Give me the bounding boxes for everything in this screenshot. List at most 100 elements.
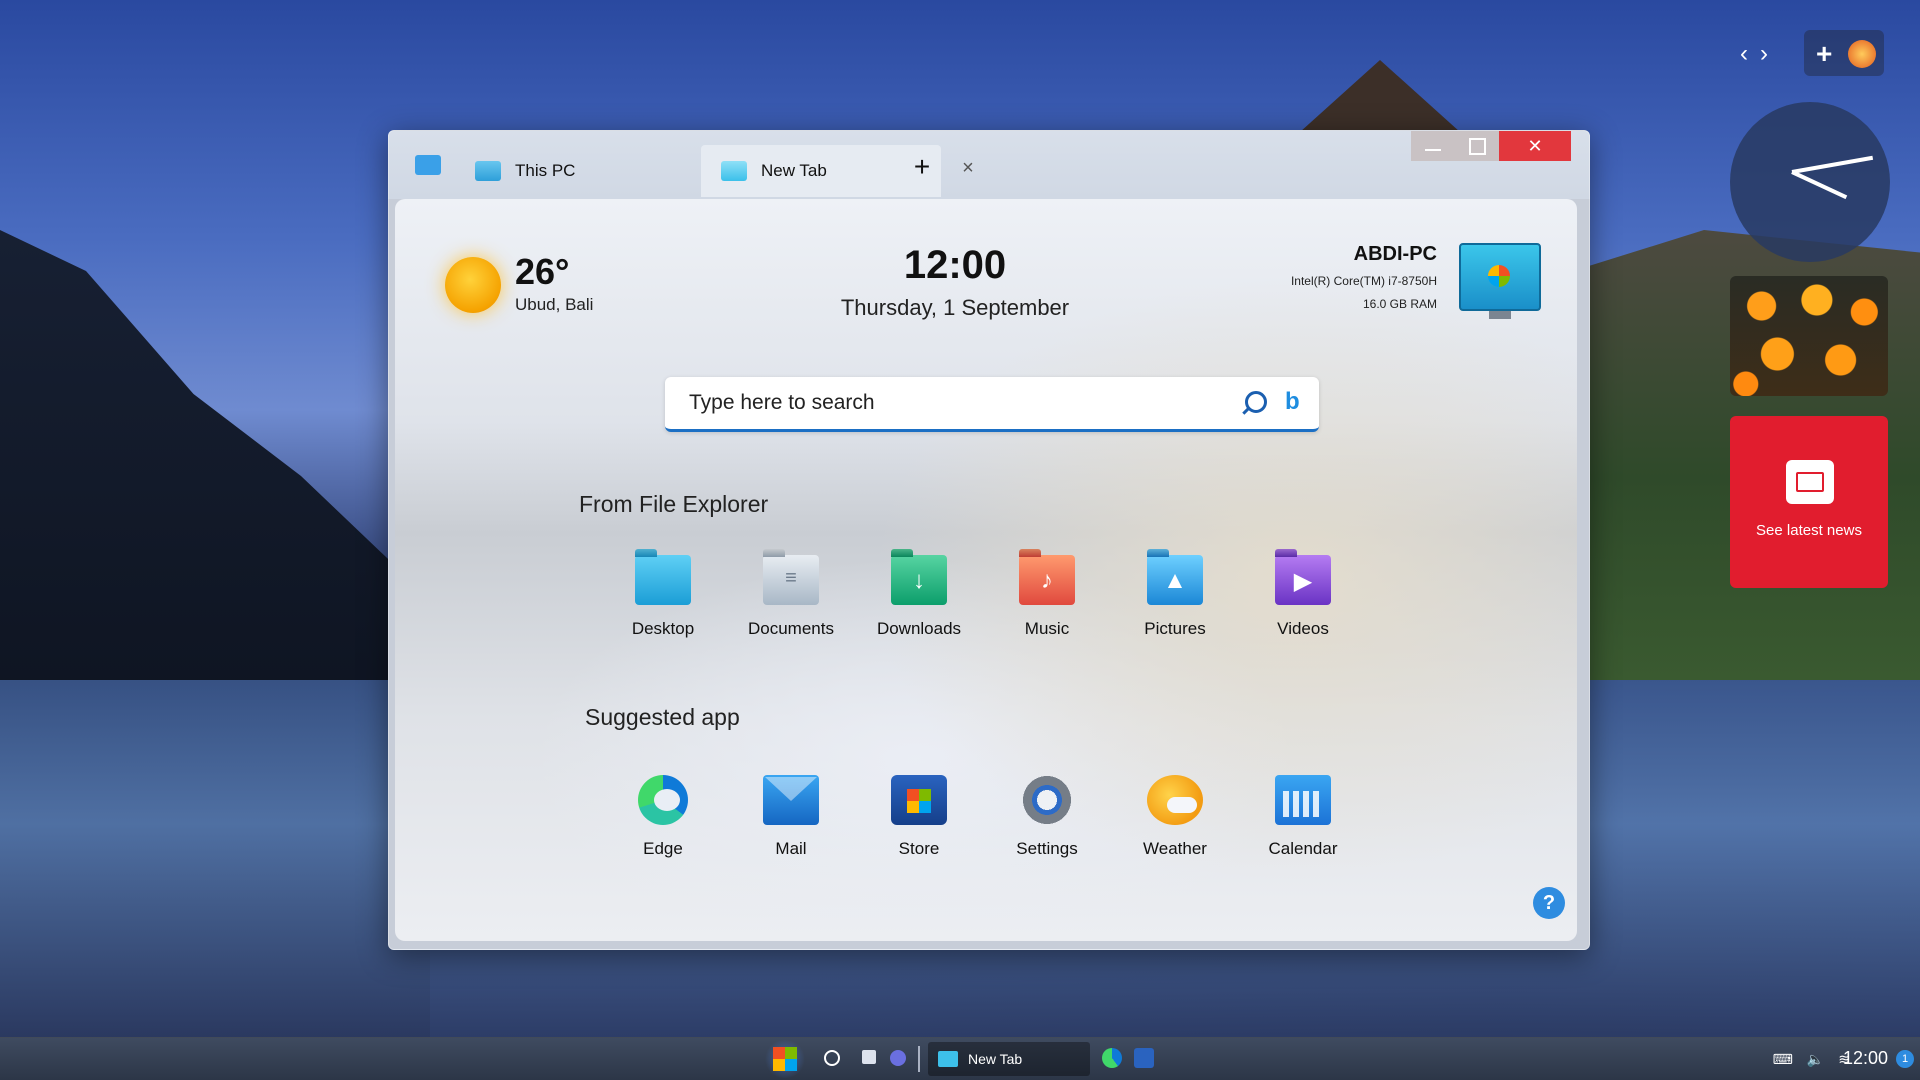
app-label: Weather <box>1143 839 1207 858</box>
videos-folder-icon: ▶ <box>1275 555 1331 605</box>
suggested-apps-grid: Edge Mail Store Settings Weather Calenda… <box>599 775 1367 859</box>
taskbar-window-label: New Tab <box>968 1051 1023 1067</box>
news-widget[interactable]: See latest news <box>1730 416 1888 588</box>
search-icon[interactable] <box>1245 391 1267 413</box>
tab-label: New Tab <box>761 161 827 180</box>
search-input[interactable]: Type here to search <box>689 391 875 415</box>
title-bar[interactable]: This PC New Tab + × ✕ <box>389 131 1589 199</box>
monitor-icon <box>475 161 501 181</box>
folder-label: Music <box>1024 619 1070 638</box>
folder-icon <box>721 161 747 181</box>
maximize-button[interactable] <box>1455 131 1499 161</box>
system-tray: ⌨ 🔈 ≋ <box>1773 1038 1850 1080</box>
app-calendar[interactable]: Calendar <box>1239 775 1367 859</box>
app-edge[interactable]: Edge <box>599 775 727 859</box>
taskbar-edge-icon[interactable] <box>1102 1048 1122 1068</box>
folder-icon <box>938 1051 958 1067</box>
clock-date: Thursday, 1 September <box>840 295 1070 320</box>
minimize-button[interactable] <box>1411 131 1455 161</box>
weather-icon <box>1147 775 1203 825</box>
task-view-icon[interactable] <box>862 1050 876 1064</box>
close-tab-button[interactable]: × <box>957 157 979 179</box>
app-store[interactable]: Store <box>855 775 983 859</box>
pc-cpu: Intel(R) Core(TM) i7-8750H <box>1290 274 1437 288</box>
taskbar-store-icon[interactable] <box>1134 1048 1154 1068</box>
chevron-right-icon[interactable]: › <box>1760 40 1768 68</box>
suggested-apps-section-title: Suggested app <box>585 704 740 730</box>
pictures-folder-icon: ▲ <box>1147 555 1203 605</box>
mail-icon <box>763 775 819 825</box>
app-label: Mail <box>775 839 807 858</box>
file-explorer-section-title: From File Explorer <box>579 491 769 517</box>
folder-documents[interactable]: ≡ Documents <box>727 555 855 639</box>
search-box[interactable]: Type here to search b <box>665 377 1319 432</box>
store-icon <box>891 775 947 825</box>
app-label: Settings <box>1016 839 1078 858</box>
keyboard-icon[interactable]: ⌨ <box>1773 1051 1793 1068</box>
taskbar-divider <box>918 1046 920 1072</box>
news-label: See latest news <box>1756 522 1862 539</box>
close-window-button[interactable]: ✕ <box>1499 131 1571 161</box>
documents-folder-icon: ≡ <box>763 555 819 605</box>
pc-name: ABDI-PC <box>1353 243 1437 265</box>
folder-desktop[interactable]: Desktop <box>599 555 727 639</box>
file-explorer-grid: Desktop ≡ Documents ↓ Downloads ♪ Music … <box>599 555 1367 639</box>
chat-icon[interactable] <box>890 1050 906 1066</box>
this-pc-icon[interactable] <box>1459 243 1541 319</box>
add-tab-button[interactable]: + <box>907 153 937 183</box>
folder-pictures[interactable]: ▲ Pictures <box>1111 555 1239 639</box>
music-folder-icon: ♪ <box>1019 555 1075 605</box>
window-controls: ✕ <box>1411 131 1571 161</box>
file-explorer-window: This PC New Tab + × ✕ 26° Ubud, Bali 12:… <box>388 130 1590 950</box>
store-logo-icon <box>907 789 931 813</box>
tab-label: This PC <box>515 161 576 180</box>
new-tab-page: 26° Ubud, Bali 12:00 Thursday, 1 Septemb… <box>395 199 1577 941</box>
desktop-folder-icon <box>635 555 691 605</box>
app-mail[interactable]: Mail <box>727 775 855 859</box>
help-button[interactable]: ? <box>1533 887 1565 919</box>
add-widget-button[interactable]: + <box>1816 38 1832 70</box>
folder-label: Documents <box>748 619 834 638</box>
folder-label: Desktop <box>631 619 695 638</box>
calendar-icon <box>1275 775 1331 825</box>
folder-videos[interactable]: ▶ Videos <box>1239 555 1367 639</box>
taskbar-clock[interactable]: 12:00 <box>1843 1048 1888 1069</box>
minimize-icon <box>1425 149 1441 151</box>
windows-logo-icon <box>773 1047 797 1071</box>
app-weather[interactable]: Weather <box>1111 775 1239 859</box>
app-settings[interactable]: Settings <box>983 775 1111 859</box>
app-label: Store <box>898 839 940 858</box>
settings-icon <box>1022 775 1072 825</box>
start-button[interactable] <box>764 1040 806 1078</box>
chevron-left-icon[interactable]: ‹ <box>1740 40 1748 68</box>
clock-hour-hand <box>1791 170 1848 200</box>
avatar[interactable] <box>1848 40 1876 68</box>
folder-music[interactable]: ♪ Music <box>983 555 1111 639</box>
folder-label: Pictures <box>1144 619 1206 638</box>
folder-label: Videos <box>1277 619 1329 638</box>
clock-minute-hand <box>1791 155 1874 174</box>
tab-new-tab[interactable]: New Tab <box>701 145 941 197</box>
explorer-app-icon <box>415 155 441 175</box>
notification-badge[interactable]: 1 <box>1896 1050 1914 1068</box>
edge-icon <box>638 775 688 825</box>
pc-ram: 16.0 GB RAM <box>1362 297 1437 311</box>
folder-label: Downloads <box>876 619 962 638</box>
downloads-folder-icon: ↓ <box>891 555 947 605</box>
bing-icon[interactable]: b <box>1285 389 1303 415</box>
widget-toolbar: + <box>1804 30 1884 76</box>
news-icon <box>1786 460 1834 504</box>
analog-clock-widget[interactable] <box>1730 102 1890 262</box>
close-icon: ✕ <box>1527 135 1543 156</box>
maximize-icon <box>1468 137 1486 155</box>
app-label: Calendar <box>1268 839 1338 858</box>
windows-logo-icon <box>1488 265 1510 287</box>
taskbar: New Tab ⌨ 🔈 ≋ 12:00 1 <box>0 1037 1920 1080</box>
app-label: Edge <box>643 839 683 858</box>
taskbar-window-new-tab[interactable]: New Tab <box>928 1042 1090 1076</box>
taskbar-search-icon[interactable] <box>824 1050 840 1066</box>
widget-nav: ‹ › <box>1740 40 1768 68</box>
folder-downloads[interactable]: ↓ Downloads <box>855 555 983 639</box>
volume-icon[interactable]: 🔈 <box>1807 1051 1824 1068</box>
photo-widget[interactable] <box>1730 276 1888 396</box>
